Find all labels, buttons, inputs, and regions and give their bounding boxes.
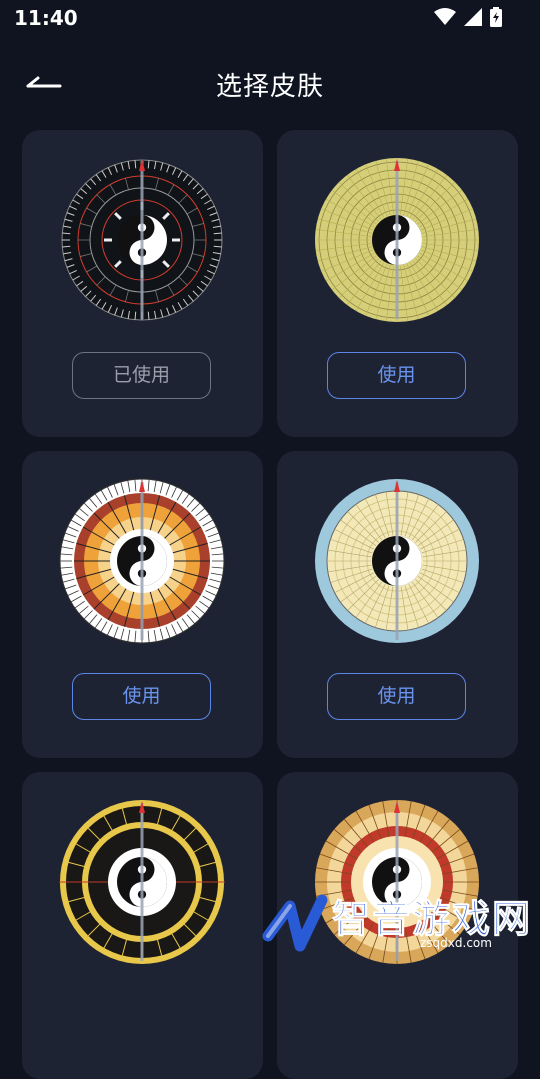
signal-icon (464, 8, 482, 26)
compass-dark-preview (61, 159, 223, 321)
watermark-logo-icon (262, 894, 328, 952)
battery-icon (490, 7, 502, 27)
wifi-icon (434, 8, 456, 25)
use-button[interactable]: 使用 (327, 673, 466, 720)
watermark: 智音游戏网 zsqdxd.com (260, 880, 540, 960)
status-bar: 11:40 (0, 0, 540, 36)
status-time: 11:40 (14, 6, 78, 30)
skin-card[interactable]: 已使用 (22, 130, 263, 437)
compass-black-gold-preview (59, 800, 225, 964)
watermark-sub: zsqdxd.com (420, 936, 492, 950)
app-bar: 选择皮肤 (0, 52, 540, 116)
compass-lightblue-preview (315, 479, 479, 643)
watermark-text: 智音游戏网 (331, 897, 533, 942)
page-title: 选择皮肤 (215, 72, 324, 102)
skin-card[interactable]: 使用 (277, 451, 518, 758)
used-button[interactable]: 已使用 (72, 352, 211, 399)
compass-khaki-preview (315, 158, 479, 322)
skin-card[interactable] (22, 772, 263, 1079)
compass-orange-preview (59, 478, 225, 644)
skin-card[interactable]: 使用 (277, 130, 518, 437)
use-button[interactable]: 使用 (72, 673, 211, 720)
status-icons (434, 7, 502, 27)
skin-card[interactable]: 使用 (22, 451, 263, 758)
use-button[interactable]: 使用 (327, 352, 466, 399)
